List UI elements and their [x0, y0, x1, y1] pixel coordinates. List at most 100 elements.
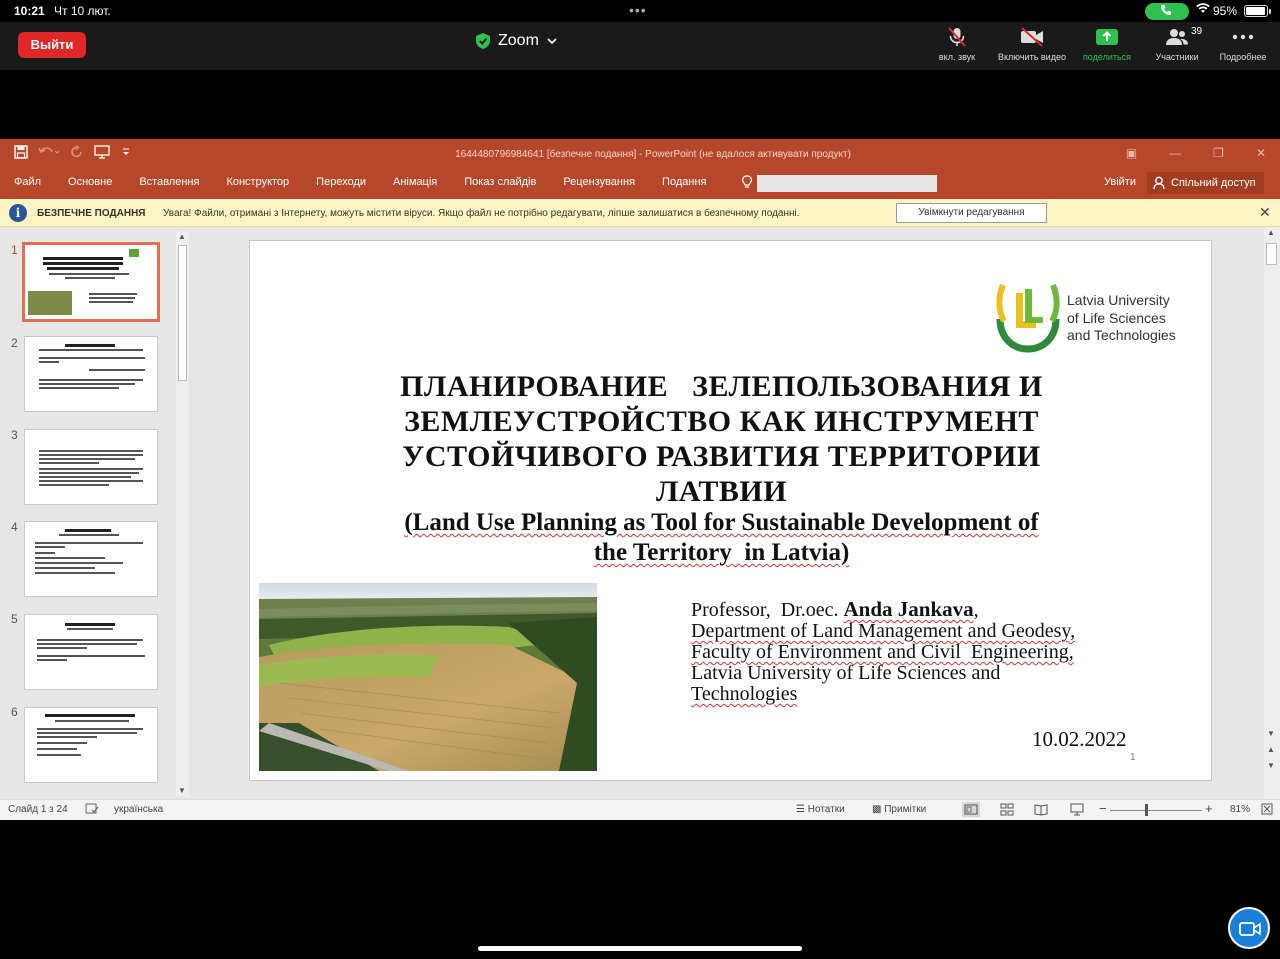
- zoom-slider-handle[interactable]: [1145, 804, 1148, 816]
- slide-thumbnail-2[interactable]: [24, 336, 158, 412]
- battery-icon: [1244, 5, 1271, 17]
- title-bar: 1644480796984641 [безпечне подання] - Po…: [0, 139, 1280, 169]
- protected-view-message: Увага! Файли, отримані з Інтернету, можу…: [163, 208, 800, 219]
- thumbnail-number: 5: [11, 612, 18, 626]
- scroll-thumb[interactable]: [178, 245, 187, 381]
- active-call-indicator[interactable]: [1145, 3, 1189, 20]
- slide-scrollbar[interactable]: ▲ ▼ ▲ ▼: [1264, 227, 1280, 799]
- notes-icon: ☰: [796, 804, 805, 815]
- university-logo: [996, 283, 1060, 353]
- tab-review[interactable]: Рецензування: [563, 176, 635, 188]
- reading-view-icon[interactable]: [1034, 803, 1048, 819]
- more-icon: [1232, 34, 1254, 40]
- tab-design[interactable]: Конструктор: [226, 176, 289, 188]
- previous-slide-icon[interactable]: ▲: [1267, 745, 1275, 754]
- participants-icon: [1166, 29, 1188, 45]
- author-name: Anda Jankava: [843, 597, 974, 621]
- scroll-thumb[interactable]: [1266, 243, 1277, 265]
- phone-icon: [1160, 4, 1172, 19]
- device-status-bar: 10:21 Чт 10 лют. ••• 95%: [0, 0, 1280, 22]
- share-screen-label: поделиться: [1082, 52, 1132, 62]
- home-indicator[interactable]: [478, 946, 802, 951]
- next-slide-icon[interactable]: ▼: [1267, 761, 1275, 770]
- restore-icon[interactable]: ❐: [1213, 146, 1224, 160]
- slide-thumbnail-4[interactable]: [24, 521, 158, 597]
- slide-thumbnail-3[interactable]: [24, 429, 158, 505]
- ribbon-display-options-icon[interactable]: ▣: [1126, 146, 1137, 160]
- encryption-shield-icon: [476, 33, 490, 49]
- chevron-down-icon: [547, 37, 557, 44]
- slide-thumbnail-1[interactable]: [22, 242, 160, 322]
- meeting-title[interactable]: Zoom: [476, 32, 557, 50]
- comment-icon: ▩: [872, 804, 882, 815]
- thumbnail-number: 2: [11, 336, 18, 350]
- mic-muted-icon: [948, 27, 966, 47]
- enable-editing-button[interactable]: Увімкнути редагування: [896, 203, 1047, 223]
- thumbnails-scrollbar[interactable]: ▲ ▼: [176, 231, 189, 797]
- scroll-down-icon[interactable]: ▼: [178, 786, 186, 795]
- clock: 10:21: [14, 4, 45, 18]
- close-icon[interactable]: ✕: [1259, 204, 1271, 221]
- affiliation-line: Faculty of Environment and Civil Enginee…: [691, 641, 1074, 663]
- ribbon-tabs: Файл Основне Вставлення Конструктор Пере…: [0, 169, 1280, 199]
- scroll-up-icon[interactable]: ▲: [1267, 228, 1275, 237]
- slide-canvas[interactable]: Latvia University of Life Sciences and T…: [249, 240, 1212, 781]
- multitasking-dots-icon[interactable]: •••: [629, 2, 647, 18]
- affiliation-line: Technologies: [691, 683, 798, 705]
- tab-file[interactable]: Файл: [14, 176, 41, 188]
- more-button[interactable]: Подробнее: [1212, 26, 1274, 66]
- tab-view[interactable]: Подання: [662, 176, 706, 188]
- aerial-field-photo: [259, 583, 597, 771]
- comments-button[interactable]: ▩ Примітки: [872, 804, 926, 815]
- leave-meeting-button[interactable]: Выйти: [18, 32, 86, 58]
- tab-insert[interactable]: Вставлення: [139, 176, 199, 188]
- slide-thumbnails-pane: 1 2 3 4 5 6 ▲ ▼: [0, 227, 192, 799]
- date: Чт 10 лют.: [54, 4, 111, 18]
- slide-thumbnail-6[interactable]: [24, 707, 158, 783]
- share-screen-icon: [1096, 29, 1118, 45]
- zoom-slider[interactable]: [1110, 810, 1202, 811]
- spell-check-icon[interactable]: [85, 803, 99, 818]
- tell-me-input[interactable]: [757, 175, 937, 192]
- tab-animations[interactable]: Анімація: [393, 176, 437, 188]
- affiliation-line: Department of Land Management and Geodes…: [691, 620, 1076, 642]
- sign-in-link[interactable]: Увійти: [1104, 176, 1136, 188]
- tab-transitions[interactable]: Переходи: [316, 176, 366, 188]
- meeting-title-label: Zoom: [498, 32, 539, 49]
- unmute-button[interactable]: вкл. звук: [926, 26, 988, 66]
- slide-sorter-icon[interactable]: [1000, 803, 1014, 819]
- video-off-icon: [1021, 27, 1043, 47]
- minimize-icon[interactable]: —: [1169, 146, 1181, 160]
- zoom-in-icon[interactable]: +: [1205, 801, 1213, 816]
- zoom-level[interactable]: 81%: [1230, 804, 1250, 815]
- presentation-date: 10.02.2022: [1032, 727, 1127, 751]
- start-video-button[interactable]: Включить видео: [994, 26, 1070, 66]
- share-button[interactable]: Спільний доступ: [1147, 172, 1264, 194]
- slide-title-russian: ПЛАНИРОВАНИЕ ЗЕЛЕПОЛЬЗОВАНИЯ И ЗЕМЛЕУСТР…: [400, 370, 1043, 508]
- thumbnail-number: 6: [11, 705, 18, 719]
- slide-title-english: (Land Use Planning as Tool for Sustainab…: [404, 509, 1039, 566]
- protected-view-bar: i БЕЗПЕЧНЕ ПОДАННЯ Увага! Файли, отриман…: [0, 199, 1280, 227]
- slide-show-icon[interactable]: [1070, 803, 1084, 819]
- normal-view-button[interactable]: [962, 802, 980, 817]
- video-camera-icon: [1239, 922, 1261, 936]
- scroll-up-icon[interactable]: ▲: [178, 232, 186, 241]
- protected-view-title: БЕЗПЕЧНЕ ПОДАННЯ: [37, 208, 146, 219]
- thumbnail-number: 1: [11, 243, 18, 257]
- person-icon: [1153, 176, 1165, 190]
- slide-thumbnail-5[interactable]: [24, 614, 158, 690]
- fit-to-window-icon[interactable]: [1261, 803, 1273, 818]
- language-indicator[interactable]: українська: [114, 804, 163, 815]
- slide-counter: Слайд 1 з 24: [8, 804, 68, 815]
- scroll-down-icon[interactable]: ▼: [1267, 729, 1275, 738]
- start-video-label: Включить видео: [998, 52, 1066, 62]
- tab-slide-show[interactable]: Показ слайдів: [464, 176, 536, 188]
- video-chat-fab[interactable]: [1228, 907, 1270, 949]
- close-icon[interactable]: ✕: [1256, 146, 1266, 160]
- zoom-out-icon[interactable]: −: [1099, 801, 1107, 816]
- document-title: 1644480796984641 [безпечне подання] - Po…: [455, 149, 851, 160]
- participants-label: Участники: [1155, 52, 1199, 62]
- notes-button[interactable]: ☰ Нотатки: [796, 804, 845, 815]
- share-screen-button[interactable]: поделиться: [1076, 26, 1138, 66]
- tab-home[interactable]: Основне: [68, 176, 112, 188]
